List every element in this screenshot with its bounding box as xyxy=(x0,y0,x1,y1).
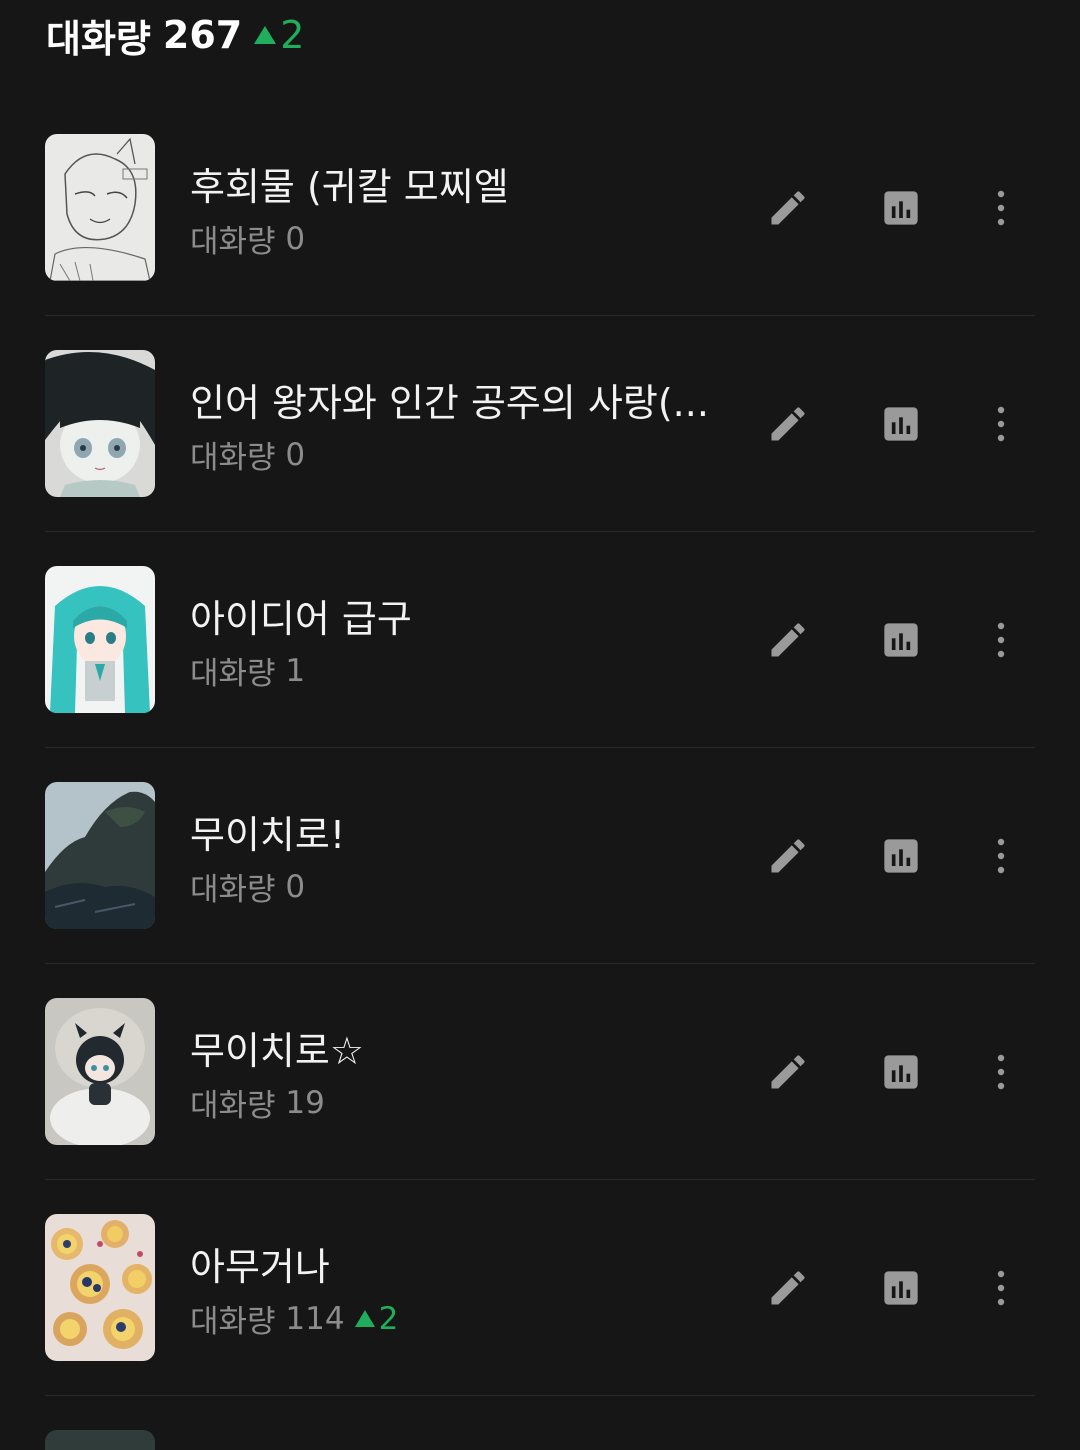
more-vertical-icon[interactable] xyxy=(977,1048,1025,1096)
list-item[interactable]: 인어 왕자와 인간 공주의 사랑(... 대화량 0 xyxy=(0,316,1080,532)
item-count-label: 대화량 xyxy=(190,656,276,692)
bar-chart-icon[interactable] xyxy=(877,400,925,448)
up-triangle-icon xyxy=(254,26,277,44)
item-title: 인어 왕자와 인간 공주의 사랑(... xyxy=(190,381,709,425)
item-conversation-count: 대화량 0 xyxy=(190,864,305,909)
pencil-icon[interactable] xyxy=(764,1264,812,1312)
header-label: 대화량 xyxy=(46,16,151,61)
list-item[interactable]: 아무거나 대화량 114 2 xyxy=(0,1180,1080,1396)
list-item[interactable]: 무이치로☆ 대화량 19 xyxy=(0,964,1080,1180)
item-title: 후회물 (귀칼 모찌엘 xyxy=(190,165,509,209)
bar-chart-icon[interactable] xyxy=(877,1264,925,1312)
list-item[interactable]: 아이디어 급구 대화량 1 xyxy=(0,532,1080,748)
header-total-conversations: 대화량 267 2 xyxy=(46,12,304,61)
item-conversation-count: 대화량 0 xyxy=(190,216,305,261)
item-count-value: 1 xyxy=(285,652,306,689)
item-conversation-count: 대화량 1 xyxy=(190,648,305,693)
more-vertical-icon[interactable] xyxy=(977,1264,1025,1312)
list-item[interactable]: 무이치로! 대화량 0 xyxy=(0,748,1080,964)
header-count: 267 xyxy=(162,13,243,57)
chat-list: 후회물 (귀칼 모찌엘 대화량 0 인어 왕자와 인간 공주의 사랑(... 대… xyxy=(0,100,1080,1396)
item-count-label: 대화량 xyxy=(190,1304,276,1340)
more-vertical-icon[interactable] xyxy=(977,400,1025,448)
header-delta: 2 xyxy=(254,13,304,57)
item-title: 아무거나 xyxy=(190,1245,330,1289)
thumbnail-image xyxy=(45,566,155,713)
thumbnail-image xyxy=(45,782,155,929)
bar-chart-icon[interactable] xyxy=(877,184,925,232)
item-count-value: 0 xyxy=(285,436,306,473)
item-count-label: 대화량 xyxy=(190,440,276,476)
item-title: 아이디어 급구 xyxy=(190,597,412,641)
pencil-icon[interactable] xyxy=(764,616,812,664)
item-conversation-count: 대화량 114 2 xyxy=(190,1296,398,1341)
thumbnail-image xyxy=(45,134,155,281)
bar-chart-icon[interactable] xyxy=(877,832,925,880)
pencil-icon[interactable] xyxy=(764,832,812,880)
divider xyxy=(45,1395,1035,1396)
pencil-icon[interactable] xyxy=(764,400,812,448)
header-delta-value: 2 xyxy=(280,13,305,57)
list-item[interactable]: 후회물 (귀칼 모찌엘 대화량 0 xyxy=(0,100,1080,316)
more-vertical-icon[interactable] xyxy=(977,832,1025,880)
bar-chart-icon[interactable] xyxy=(877,616,925,664)
item-count-value: 114 xyxy=(285,1300,345,1337)
item-count-label: 대화량 xyxy=(190,872,276,908)
item-delta-value: 2 xyxy=(378,1300,399,1337)
item-title: 무이치로☆ xyxy=(190,1029,364,1073)
thumbnail-image xyxy=(45,998,155,1145)
pencil-icon[interactable] xyxy=(764,184,812,232)
up-triangle-icon xyxy=(354,1310,375,1327)
item-count-value: 0 xyxy=(285,220,306,257)
item-count-label: 대화량 xyxy=(190,1088,276,1124)
item-count-label: 대화량 xyxy=(190,224,276,260)
thumbnail-image xyxy=(45,1214,155,1361)
thumbnail-image xyxy=(45,350,155,497)
bar-chart-icon[interactable] xyxy=(877,1048,925,1096)
item-count-value: 19 xyxy=(285,1084,325,1121)
more-vertical-icon[interactable] xyxy=(977,184,1025,232)
item-conversation-count: 대화량 0 xyxy=(190,432,305,477)
next-item-thumbnail-partial xyxy=(45,1430,155,1450)
pencil-icon[interactable] xyxy=(764,1048,812,1096)
item-count-value: 0 xyxy=(285,868,306,905)
more-vertical-icon[interactable] xyxy=(977,616,1025,664)
item-conversation-count: 대화량 19 xyxy=(190,1080,325,1125)
item-delta: 2 xyxy=(354,1300,399,1337)
item-title: 무이치로! xyxy=(190,813,346,857)
